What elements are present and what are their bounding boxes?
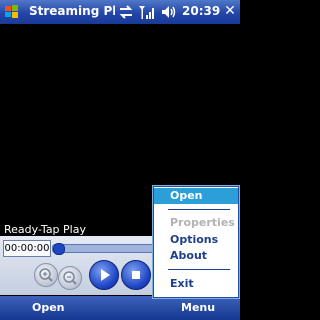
zoom-in-button[interactable] [34,263,58,287]
menu-separator [168,269,230,270]
stop-button[interactable] [121,260,151,290]
menu-item-label: Exit [170,277,194,290]
menu-item-open[interactable]: Open [154,188,238,204]
app-title: Streaming Playe [29,4,115,18]
stop-icon [132,271,140,279]
menu-item-about[interactable]: About [154,248,238,264]
playback-status: Ready-Tap Play [4,223,86,236]
connectivity-icon[interactable] [118,4,134,20]
title-bar: Streaming Playe 20:39 ✕ [0,0,240,24]
seek-bar[interactable] [52,243,169,255]
popup-menu: Open Properties Options About Exit [153,186,239,298]
menu-item-properties: Properties [154,215,238,231]
elapsed-time: 00:00:00 [3,240,51,257]
zoom-in-icon [39,268,53,282]
seek-thumb[interactable] [53,243,65,255]
softkey-menu[interactable]: Menu [181,301,215,314]
menu-item-options[interactable]: Options [154,232,238,248]
clock[interactable]: 20:39 [182,4,220,18]
menu-item-label: Options [170,233,219,246]
volume-icon[interactable] [160,4,178,20]
softkey-open[interactable]: Open [32,301,65,314]
play-icon [101,269,110,281]
menu-separator [168,209,230,210]
menu-item-exit[interactable]: Exit [154,276,238,292]
menu-item-label: Properties [170,216,235,229]
close-button[interactable]: ✕ [222,3,238,21]
windows-start-icon[interactable] [2,2,22,22]
softkey-bar: Open Menu [0,296,240,320]
menu-item-label: About [170,249,208,262]
menu-item-label: Open [170,189,203,202]
zoom-out-button[interactable] [58,266,82,290]
zoom-out-icon [63,271,77,285]
signal-strength-icon[interactable] [138,4,154,20]
play-button[interactable] [89,260,119,290]
